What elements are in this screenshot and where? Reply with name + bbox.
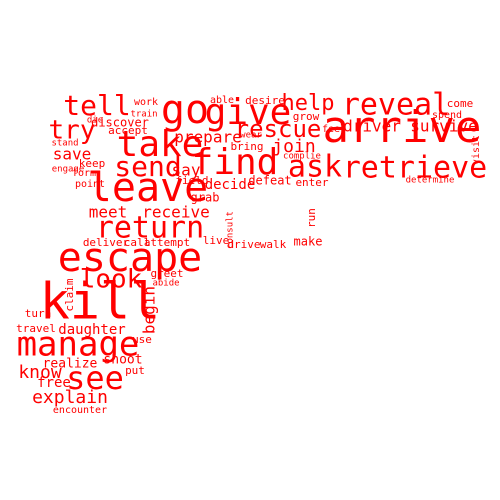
word-desire: desire <box>245 94 285 107</box>
word-feel: feel <box>322 124 346 135</box>
word-point: point <box>75 179 105 190</box>
word-determine: determine <box>406 176 455 186</box>
word-make: make <box>294 235 323 249</box>
word-field: field <box>175 174 208 187</box>
word-engage: engage <box>52 165 85 175</box>
word-walk: walk <box>260 238 287 251</box>
word-begin: begin <box>140 286 159 334</box>
word-consult: consult <box>226 211 236 249</box>
word-come: come <box>447 97 474 110</box>
word-complie: complie <box>283 152 321 162</box>
word-cloud-canvas: arrive go give take reveal tell ask retr… <box>0 0 500 500</box>
word-enter: enter <box>295 176 328 189</box>
word-bring: bring <box>230 140 263 153</box>
word-travel: travel <box>16 322 56 335</box>
word-wear: wear <box>240 131 262 141</box>
word-stand: stand <box>51 139 78 149</box>
word-attempt: attempt <box>144 236 190 249</box>
word-accept: accept <box>108 124 148 137</box>
word-work: work <box>134 97 158 108</box>
word-spend: spend <box>432 110 462 121</box>
word-grow: grow <box>293 110 320 123</box>
word-look: look <box>80 265 143 295</box>
word-run: run <box>305 208 318 228</box>
word-put: put <box>125 364 145 377</box>
word-free: free <box>37 375 71 391</box>
word-daughter: daughter <box>58 322 125 338</box>
word-claim: claim <box>63 278 76 311</box>
word-encounter: encounter <box>53 405 107 416</box>
word-able: able <box>210 95 234 106</box>
word-deliver: deliver <box>83 236 130 249</box>
word-driver: driver <box>343 117 401 136</box>
word-realize: realize <box>43 357 98 372</box>
word-defeat: defeat <box>248 174 291 188</box>
word-grab: grab <box>191 191 220 205</box>
word-use: use <box>132 333 152 346</box>
word-die: die <box>87 116 103 126</box>
word-train: train <box>130 110 157 120</box>
word-visit: visit <box>471 135 482 165</box>
word-turn: turn <box>25 307 52 320</box>
word-abide: abide <box>152 279 179 289</box>
word-meet: meet <box>89 203 128 222</box>
word-receive: receive <box>142 203 209 222</box>
word-cloud: arrive go give take reveal tell ask retr… <box>16 87 487 416</box>
